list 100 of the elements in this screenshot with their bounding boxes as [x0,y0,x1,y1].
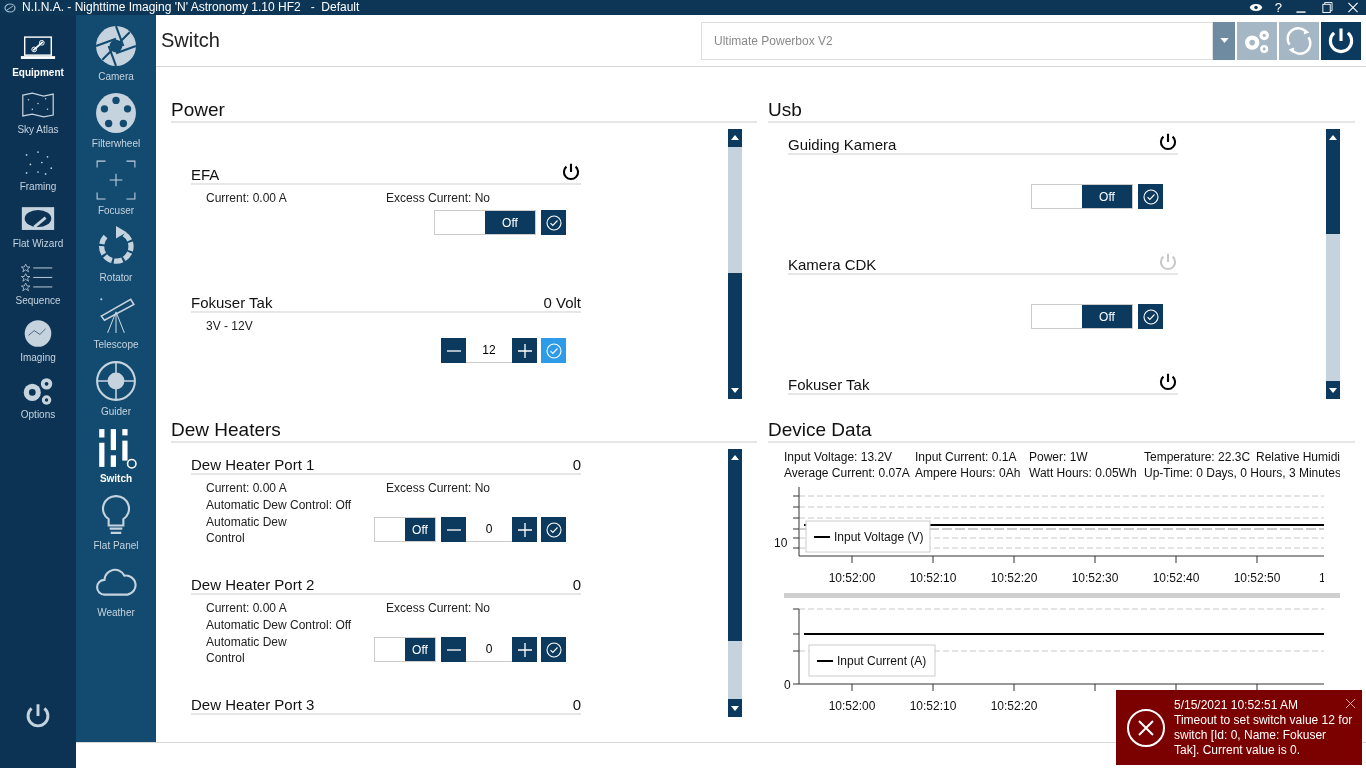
axis-tick-label: 10:52:00 [828,699,876,711]
y-axis [792,486,800,557]
switch-name: Fokuser Tak [191,294,273,311]
apply-button[interactable] [1138,304,1163,329]
nav-item[interactable]: Switch [76,427,156,494]
device-reading: Temperature: 22.3C [1144,449,1252,465]
device-reading: Ampere Hours: 0Ah [915,465,1022,481]
scroll-thumb[interactable] [728,467,742,641]
auto-dew-status: Automatic Dew Control: Off [206,618,353,632]
toggle-switch[interactable]: Off [1031,304,1133,329]
switch-name: Dew Heater Port 3 [191,696,315,713]
scrollbar[interactable] [728,449,742,717]
auto-dew-status: Automatic Dew Control: Off [206,498,353,512]
device-dropdown[interactable]: Ultimate Powerbox V2 [701,21,1213,60]
nav-item[interactable]: Framing [0,147,76,204]
legend-label: Input Voltage (V) [834,530,924,544]
connect-button[interactable] [1321,21,1361,60]
axis-tick-label: 10 [774,536,788,550]
check-circle-icon [545,521,562,538]
power-icon[interactable] [1158,372,1178,392]
crosshair-icon [95,360,137,402]
nav-item[interactable]: Guider [76,360,156,427]
nav-item[interactable]: Options [0,375,76,432]
scrollbar[interactable] [728,129,742,399]
axis-tick-label: 10:52:50 [1233,571,1281,585]
switch-name: Kamera CDK [788,256,877,273]
nav-item[interactable]: Weather [76,561,156,628]
device-reading: Input Current: 0.1A [915,449,1018,465]
plus-icon [516,641,533,658]
page-title: Switch [161,29,220,52]
caret-icon [1219,38,1229,43]
maximize-icon[interactable] [1320,2,1334,13]
nav-item[interactable]: Sequence [0,261,76,318]
apply-button[interactable] [541,517,566,542]
scrollbar[interactable] [1326,129,1340,399]
apply-button[interactable] [1138,184,1163,209]
help-button[interactable]: ? [1274,0,1282,15]
close-icon[interactable] [1345,698,1356,709]
nav-item[interactable]: Rotator [76,226,156,293]
auto-dew-label: Automatic Dew Control [206,633,288,666]
dropdown-button[interactable] [1213,21,1235,60]
device-reading: Power: 1W [1029,449,1089,465]
decrement-button[interactable] [441,637,466,662]
focus-frame-icon [95,159,137,201]
power-icon[interactable] [561,162,581,182]
decrement-button[interactable] [441,517,466,542]
increment-button[interactable] [512,637,537,662]
scroll-thumb[interactable] [1326,147,1340,234]
current-reading: Current: 0.00 A [206,191,288,205]
toggle-switch[interactable]: Off [1031,184,1133,209]
axis-tick-label: 10:52:20 [990,571,1038,585]
axis-tick-label: 10:52:20 [990,699,1038,711]
nav-item[interactable]: Focuser [76,159,156,226]
increment-button[interactable] [512,338,537,363]
nav-item[interactable]: Imaging [0,318,76,375]
nav-item[interactable]: Telescope [76,293,156,360]
nav-item[interactable]: Sky Atlas [0,90,76,147]
nav-item[interactable]: Camera [76,25,156,92]
power-icon[interactable] [1158,132,1178,152]
toggle-switch[interactable]: Off [374,517,436,542]
nav-item[interactable]: Equipment [0,33,76,90]
power-icon[interactable] [24,702,52,730]
section-heading: Power [171,99,757,123]
check-circle-icon [545,214,562,231]
scroll-down-icon[interactable] [728,699,742,717]
minus-icon [445,648,462,651]
device-reading: Relative Humidi [1256,449,1340,465]
scroll-down-icon[interactable] [728,381,742,399]
switch-value: 0 [572,456,581,473]
nav-item[interactable]: Filterwheel [76,92,156,159]
axis-tick-label: 10:52:30 [1071,571,1119,585]
apply-button[interactable] [541,210,566,235]
excess-current-reading: Excess Current: No [386,601,492,615]
window-title: N.I.N.A. - Nighttime Imaging 'N' Astronomy 1.10 HF2 - Default [22,0,360,15]
nav-item[interactable]: Flat Wizard [0,204,76,261]
apply-button[interactable] [541,637,566,662]
toggle-switch[interactable]: Off [434,210,536,235]
scroll-up-icon[interactable] [728,129,742,147]
axis-tick-label: 10:52:10 [909,571,957,585]
increment-button[interactable] [512,517,537,542]
nav-item[interactable]: Flat Panel [76,494,156,561]
axis-tick-label: 10:52:40 [1152,571,1200,585]
eye-icon[interactable] [1248,2,1263,13]
toggle-switch[interactable]: Off [374,637,436,662]
voltage-range: 3V - 12V [206,319,254,333]
section-heading: Dew Heaters [171,419,757,443]
device-reading: Watt Hours: 0.05Wh [1029,465,1138,481]
error-icon [1126,707,1166,748]
scroll-up-icon[interactable] [1326,129,1340,147]
scroll-up-icon[interactable] [728,449,742,467]
scroll-thumb[interactable] [728,273,742,381]
minus-icon [445,528,462,531]
switch-name: Dew Heater Port 1 [191,456,315,473]
plus-icon [516,521,533,538]
current-reading: Current: 0.00 A [206,601,288,615]
current-reading: Current: 0.00 A [206,481,288,495]
auto-dew-label: Automatic Dew Control [206,513,288,546]
decrement-button[interactable] [441,338,466,363]
scroll-down-icon[interactable] [1326,381,1340,399]
excess-current-reading: Excess Current: No [386,191,492,205]
